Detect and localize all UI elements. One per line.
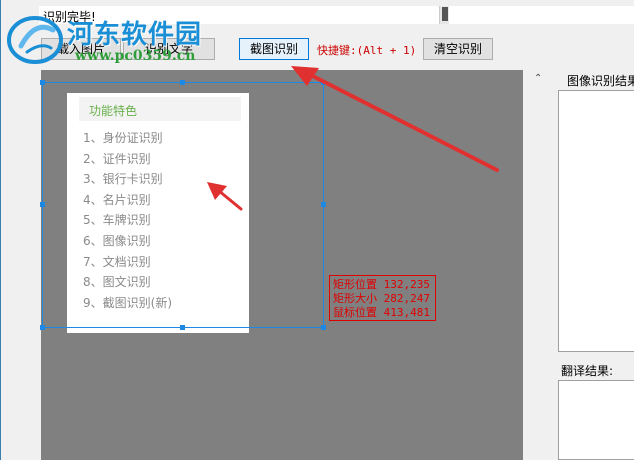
selection-info-box: 矩形位置 132,235 矩形大小 282,247 鼠标位置 413,481 xyxy=(329,275,436,321)
app-window: 识别完毕! 载入图片 识别文字 截图识别 快捷键:(Alt + 1) 清空识别 … xyxy=(0,0,634,460)
resize-handle-bottom[interactable] xyxy=(180,325,185,330)
translate-label: 翻译结果: xyxy=(561,364,614,378)
resize-handle-left[interactable] xyxy=(40,202,45,207)
resize-handle-right[interactable] xyxy=(321,202,326,207)
resize-handle-bottom-left[interactable] xyxy=(40,325,45,330)
rect-size-readout: 矩形大小 282,247 xyxy=(333,292,430,305)
translate-textbox[interactable] xyxy=(558,380,634,460)
watermark-site-url: www.pc0359.cn xyxy=(75,48,196,64)
screenshot-recognize-button[interactable]: 截图识别 xyxy=(239,38,309,60)
hotkey-hint: 快捷键:(Alt + 1) xyxy=(317,44,417,57)
chevron-up-icon: ⌃ xyxy=(534,73,543,84)
resize-handle-bottom-right[interactable] xyxy=(321,325,326,330)
resize-handle-top-right[interactable] xyxy=(321,80,326,85)
clear-recognition-button[interactable]: 清空识别 xyxy=(423,38,493,60)
title-dropdown[interactable] xyxy=(439,6,449,24)
watermark-site-name: 河东软件园 xyxy=(67,20,203,50)
watermark-logo-icon xyxy=(7,16,63,64)
mouse-position-readout: 鼠标位置 413,481 xyxy=(333,306,430,319)
resize-handle-top-left[interactable] xyxy=(40,80,45,85)
selection-rectangle[interactable] xyxy=(42,82,324,328)
resize-handle-top[interactable] xyxy=(180,80,185,85)
rect-position-readout: 矩形位置 132,235 xyxy=(333,278,430,291)
result-label: 图像识别结果 xyxy=(567,74,634,88)
collapse-toggle[interactable]: ⌃ xyxy=(531,70,547,90)
site-watermark: 河东软件园 www.pc0359.cn xyxy=(5,4,235,68)
result-textbox[interactable] xyxy=(558,90,634,352)
dropdown-thumb-icon xyxy=(442,7,448,21)
